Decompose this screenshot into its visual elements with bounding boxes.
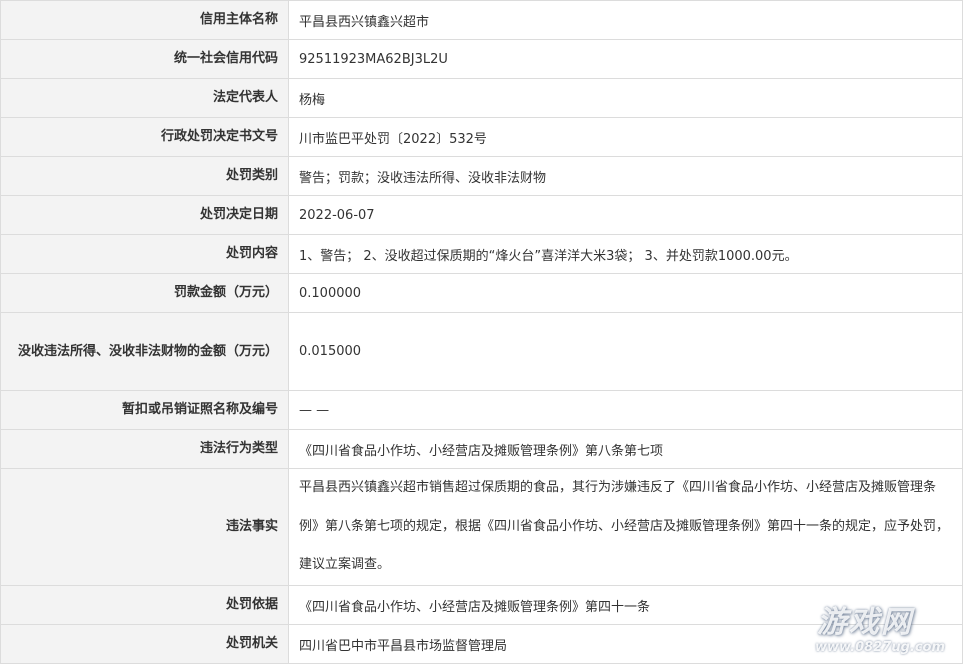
field-label: 违法行为类型 [0,429,289,469]
row-legal-rep: 法定代表人 杨梅 [0,78,963,118]
row-penalty-content: 处罚内容 1、警告； 2、没收超过保质期的“烽火台”喜洋洋大米3袋； 3、并处罚… [0,234,963,274]
field-value: 四川省巴中市平昌县市场监督管理局 [288,624,963,664]
field-value: 平昌县西兴镇鑫兴超市销售超过保质期的食品，其行为涉嫌违反了《四川省食品小作坊、小… [288,468,963,586]
field-label: 法定代表人 [0,78,289,118]
field-label: 罚款金额（万元） [0,273,289,313]
field-label: 统一社会信用代码 [0,39,289,79]
field-label: 处罚机关 [0,624,289,664]
row-confiscation-amount: 没收违法所得、没收非法财物的金额（万元） 0.015000 [0,312,963,391]
field-label: 暂扣或吊销证照名称及编号 [0,390,289,430]
field-value: 杨梅 [288,78,963,118]
field-value: — — [288,390,963,430]
field-label: 处罚依据 [0,585,289,625]
row-decision-date: 处罚决定日期 2022-06-07 [0,195,963,235]
field-label: 违法事实 [0,468,289,586]
row-entity-name: 信用主体名称 平昌县西兴镇鑫兴超市 [0,0,963,40]
field-label: 处罚决定日期 [0,195,289,235]
field-value: 《四川省食品小作坊、小经营店及摊贩管理条例》第八条第七项 [288,429,963,469]
row-penalty-authority: 处罚机关 四川省巴中市平昌县市场监督管理局 [0,624,963,664]
row-penalty-category: 处罚类别 警告；罚款；没收违法所得、没收非法财物 [0,156,963,196]
field-label: 信用主体名称 [0,0,289,40]
field-value: 1、警告； 2、没收超过保质期的“烽火台”喜洋洋大米3袋； 3、并处罚款1000… [288,234,963,274]
row-violation-type: 违法行为类型 《四川省食品小作坊、小经营店及摊贩管理条例》第八条第七项 [0,429,963,469]
field-value: 0.015000 [288,312,963,391]
field-value: 2022-06-07 [288,195,963,235]
row-fine-amount: 罚款金额（万元） 0.100000 [0,273,963,313]
field-value: 《四川省食品小作坊、小经营店及摊贩管理条例》第四十一条 [288,585,963,625]
field-value: 警告；罚款；没收违法所得、没收非法财物 [288,156,963,196]
field-value: 0.100000 [288,273,963,313]
row-violation-facts: 违法事实 平昌县西兴镇鑫兴超市销售超过保质期的食品，其行为涉嫌违反了《四川省食品… [0,468,963,586]
field-value: 川市监巴平处罚〔2022〕532号 [288,117,963,157]
field-value: 平昌县西兴镇鑫兴超市 [288,0,963,40]
field-label: 处罚内容 [0,234,289,274]
field-value: 92511923MA62BJ3L2U [288,39,963,79]
row-decision-number: 行政处罚决定书文号 川市监巴平处罚〔2022〕532号 [0,117,963,157]
row-penalty-basis: 处罚依据 《四川省食品小作坊、小经营店及摊贩管理条例》第四十一条 [0,585,963,625]
field-label: 没收违法所得、没收非法财物的金额（万元） [0,312,289,391]
field-label: 处罚类别 [0,156,289,196]
credit-info-table: 信用主体名称 平昌县西兴镇鑫兴超市 统一社会信用代码 92511923MA62B… [0,0,963,664]
row-credit-code: 统一社会信用代码 92511923MA62BJ3L2U [0,39,963,79]
field-label: 行政处罚决定书文号 [0,117,289,157]
row-license-revoked: 暂扣或吊销证照名称及编号 — — [0,390,963,430]
